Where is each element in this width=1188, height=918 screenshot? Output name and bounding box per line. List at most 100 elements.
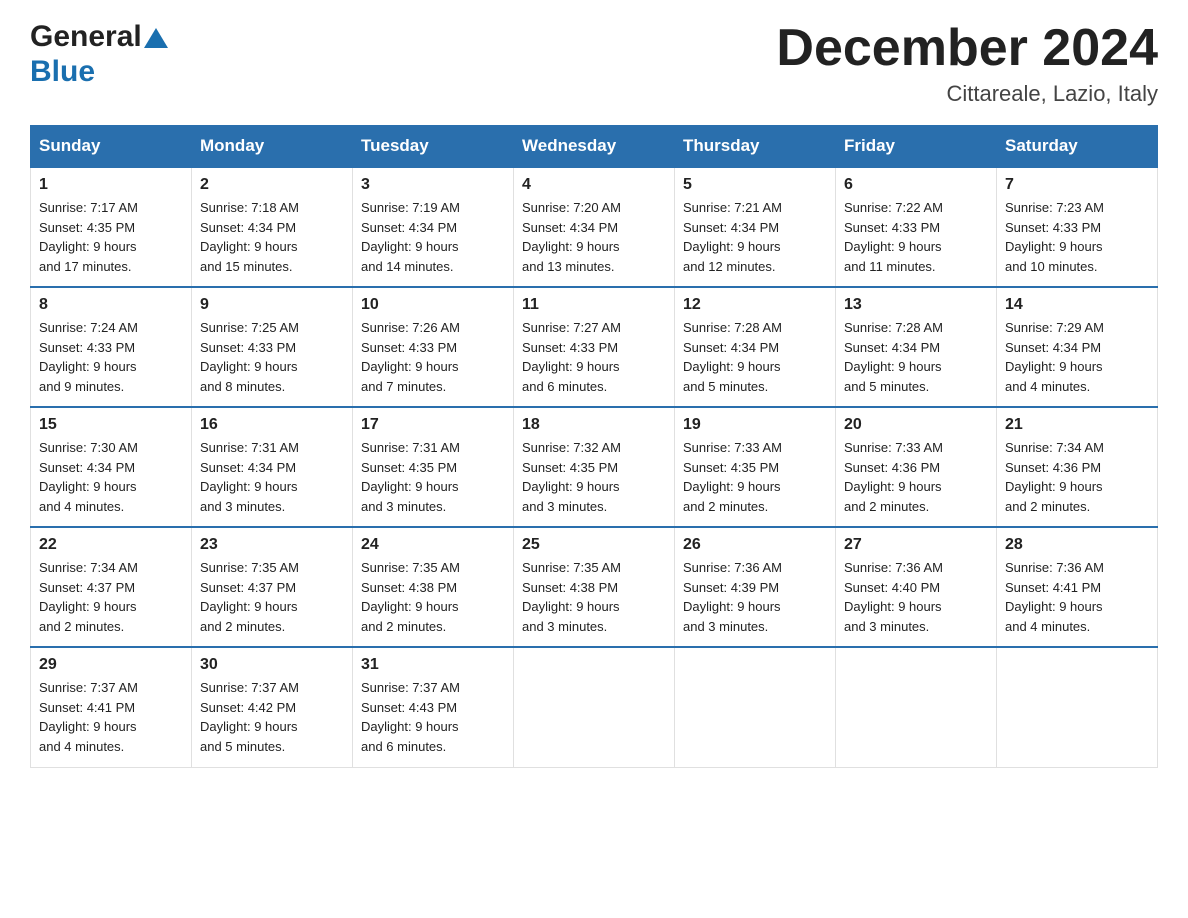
calendar-cell: 26 Sunrise: 7:36 AM Sunset: 4:39 PM Dayl…: [675, 527, 836, 647]
calendar-cell: 21 Sunrise: 7:34 AM Sunset: 4:36 PM Dayl…: [997, 407, 1158, 527]
calendar-cell: 14 Sunrise: 7:29 AM Sunset: 4:34 PM Dayl…: [997, 287, 1158, 407]
calendar-cell: 22 Sunrise: 7:34 AM Sunset: 4:37 PM Dayl…: [31, 527, 192, 647]
calendar-cell: 3 Sunrise: 7:19 AM Sunset: 4:34 PM Dayli…: [353, 167, 514, 287]
day-number: 17: [361, 416, 505, 434]
day-info: Sunrise: 7:35 AM Sunset: 4:38 PM Dayligh…: [522, 558, 666, 636]
day-number: 30: [200, 656, 344, 674]
calendar-week-4: 22 Sunrise: 7:34 AM Sunset: 4:37 PM Dayl…: [31, 527, 1158, 647]
col-monday: Monday: [192, 126, 353, 168]
day-info: Sunrise: 7:28 AM Sunset: 4:34 PM Dayligh…: [844, 318, 988, 396]
day-number: 10: [361, 296, 505, 314]
day-info: Sunrise: 7:34 AM Sunset: 4:36 PM Dayligh…: [1005, 438, 1149, 516]
day-info: Sunrise: 7:23 AM Sunset: 4:33 PM Dayligh…: [1005, 198, 1149, 276]
calendar-cell: 15 Sunrise: 7:30 AM Sunset: 4:34 PM Dayl…: [31, 407, 192, 527]
day-number: 5: [683, 176, 827, 194]
calendar-cell: 6 Sunrise: 7:22 AM Sunset: 4:33 PM Dayli…: [836, 167, 997, 287]
calendar-cell: 25 Sunrise: 7:35 AM Sunset: 4:38 PM Dayl…: [514, 527, 675, 647]
day-info: Sunrise: 7:22 AM Sunset: 4:33 PM Dayligh…: [844, 198, 988, 276]
calendar-cell: 16 Sunrise: 7:31 AM Sunset: 4:34 PM Dayl…: [192, 407, 353, 527]
calendar-title: December 2024: [776, 20, 1158, 77]
col-tuesday: Tuesday: [353, 126, 514, 168]
day-number: 8: [39, 296, 183, 314]
day-number: 27: [844, 536, 988, 554]
page-header: General Blue December 2024 Cittareale, L…: [30, 20, 1158, 107]
day-number: 16: [200, 416, 344, 434]
day-info: Sunrise: 7:36 AM Sunset: 4:40 PM Dayligh…: [844, 558, 988, 636]
day-info: Sunrise: 7:17 AM Sunset: 4:35 PM Dayligh…: [39, 198, 183, 276]
logo-blue-text: Blue: [30, 55, 95, 88]
day-info: Sunrise: 7:30 AM Sunset: 4:34 PM Dayligh…: [39, 438, 183, 516]
day-info: Sunrise: 7:28 AM Sunset: 4:34 PM Dayligh…: [683, 318, 827, 396]
logo: General Blue: [30, 20, 168, 89]
calendar-cell: [514, 647, 675, 767]
col-friday: Friday: [836, 126, 997, 168]
calendar-cell: 27 Sunrise: 7:36 AM Sunset: 4:40 PM Dayl…: [836, 527, 997, 647]
col-thursday: Thursday: [675, 126, 836, 168]
day-info: Sunrise: 7:35 AM Sunset: 4:38 PM Dayligh…: [361, 558, 505, 636]
calendar-cell: 5 Sunrise: 7:21 AM Sunset: 4:34 PM Dayli…: [675, 167, 836, 287]
calendar-subtitle: Cittareale, Lazio, Italy: [776, 81, 1158, 107]
calendar-cell: 10 Sunrise: 7:26 AM Sunset: 4:33 PM Dayl…: [353, 287, 514, 407]
calendar-week-1: 1 Sunrise: 7:17 AM Sunset: 4:35 PM Dayli…: [31, 167, 1158, 287]
logo-triangle-icon: [144, 28, 168, 48]
day-info: Sunrise: 7:29 AM Sunset: 4:34 PM Dayligh…: [1005, 318, 1149, 396]
calendar-cell: [997, 647, 1158, 767]
day-info: Sunrise: 7:36 AM Sunset: 4:39 PM Dayligh…: [683, 558, 827, 636]
day-info: Sunrise: 7:25 AM Sunset: 4:33 PM Dayligh…: [200, 318, 344, 396]
day-info: Sunrise: 7:26 AM Sunset: 4:33 PM Dayligh…: [361, 318, 505, 396]
calendar-week-5: 29 Sunrise: 7:37 AM Sunset: 4:41 PM Dayl…: [31, 647, 1158, 767]
day-info: Sunrise: 7:37 AM Sunset: 4:42 PM Dayligh…: [200, 678, 344, 756]
day-number: 13: [844, 296, 988, 314]
calendar-cell: 30 Sunrise: 7:37 AM Sunset: 4:42 PM Dayl…: [192, 647, 353, 767]
day-number: 12: [683, 296, 827, 314]
header-row: Sunday Monday Tuesday Wednesday Thursday…: [31, 126, 1158, 168]
day-number: 22: [39, 536, 183, 554]
day-info: Sunrise: 7:35 AM Sunset: 4:37 PM Dayligh…: [200, 558, 344, 636]
calendar-cell: 7 Sunrise: 7:23 AM Sunset: 4:33 PM Dayli…: [997, 167, 1158, 287]
day-number: 20: [844, 416, 988, 434]
logo-general-text: General: [30, 20, 142, 55]
day-number: 24: [361, 536, 505, 554]
calendar-cell: 2 Sunrise: 7:18 AM Sunset: 4:34 PM Dayli…: [192, 167, 353, 287]
day-info: Sunrise: 7:21 AM Sunset: 4:34 PM Dayligh…: [683, 198, 827, 276]
calendar-cell: 11 Sunrise: 7:27 AM Sunset: 4:33 PM Dayl…: [514, 287, 675, 407]
day-info: Sunrise: 7:20 AM Sunset: 4:34 PM Dayligh…: [522, 198, 666, 276]
day-info: Sunrise: 7:36 AM Sunset: 4:41 PM Dayligh…: [1005, 558, 1149, 636]
day-number: 26: [683, 536, 827, 554]
calendar-cell: 19 Sunrise: 7:33 AM Sunset: 4:35 PM Dayl…: [675, 407, 836, 527]
day-number: 19: [683, 416, 827, 434]
day-number: 28: [1005, 536, 1149, 554]
calendar-week-2: 8 Sunrise: 7:24 AM Sunset: 4:33 PM Dayli…: [31, 287, 1158, 407]
calendar-cell: [675, 647, 836, 767]
calendar-week-3: 15 Sunrise: 7:30 AM Sunset: 4:34 PM Dayl…: [31, 407, 1158, 527]
calendar-cell: 17 Sunrise: 7:31 AM Sunset: 4:35 PM Dayl…: [353, 407, 514, 527]
day-info: Sunrise: 7:37 AM Sunset: 4:41 PM Dayligh…: [39, 678, 183, 756]
day-info: Sunrise: 7:33 AM Sunset: 4:36 PM Dayligh…: [844, 438, 988, 516]
col-saturday: Saturday: [997, 126, 1158, 168]
col-wednesday: Wednesday: [514, 126, 675, 168]
calendar-cell: 29 Sunrise: 7:37 AM Sunset: 4:41 PM Dayl…: [31, 647, 192, 767]
day-info: Sunrise: 7:34 AM Sunset: 4:37 PM Dayligh…: [39, 558, 183, 636]
day-info: Sunrise: 7:32 AM Sunset: 4:35 PM Dayligh…: [522, 438, 666, 516]
calendar-cell: 4 Sunrise: 7:20 AM Sunset: 4:34 PM Dayli…: [514, 167, 675, 287]
day-number: 31: [361, 656, 505, 674]
day-number: 9: [200, 296, 344, 314]
calendar-cell: [836, 647, 997, 767]
calendar-table: Sunday Monday Tuesday Wednesday Thursday…: [30, 125, 1158, 768]
calendar-cell: 1 Sunrise: 7:17 AM Sunset: 4:35 PM Dayli…: [31, 167, 192, 287]
day-number: 15: [39, 416, 183, 434]
day-number: 1: [39, 176, 183, 194]
day-info: Sunrise: 7:18 AM Sunset: 4:34 PM Dayligh…: [200, 198, 344, 276]
day-number: 4: [522, 176, 666, 194]
day-info: Sunrise: 7:24 AM Sunset: 4:33 PM Dayligh…: [39, 318, 183, 396]
day-number: 11: [522, 296, 666, 314]
calendar-cell: 23 Sunrise: 7:35 AM Sunset: 4:37 PM Dayl…: [192, 527, 353, 647]
day-number: 25: [522, 536, 666, 554]
calendar-cell: 18 Sunrise: 7:32 AM Sunset: 4:35 PM Dayl…: [514, 407, 675, 527]
day-number: 7: [1005, 176, 1149, 194]
day-info: Sunrise: 7:27 AM Sunset: 4:33 PM Dayligh…: [522, 318, 666, 396]
calendar-cell: 28 Sunrise: 7:36 AM Sunset: 4:41 PM Dayl…: [997, 527, 1158, 647]
day-info: Sunrise: 7:31 AM Sunset: 4:35 PM Dayligh…: [361, 438, 505, 516]
calendar-cell: 13 Sunrise: 7:28 AM Sunset: 4:34 PM Dayl…: [836, 287, 997, 407]
day-number: 23: [200, 536, 344, 554]
